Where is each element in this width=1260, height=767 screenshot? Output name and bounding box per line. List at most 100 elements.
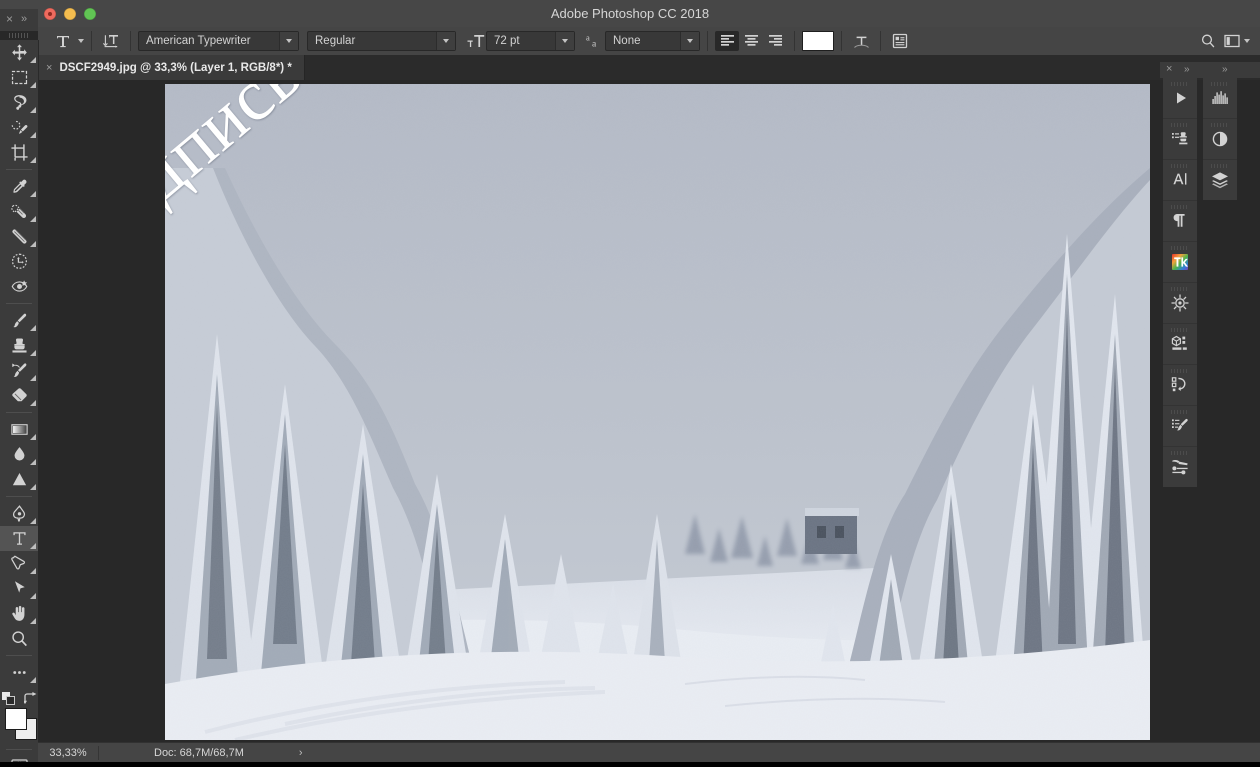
tool-flyout-indicator[interactable] [29,374,36,381]
tool-flyout-indicator[interactable] [29,617,36,624]
canvas-area[interactable]: Надпись [38,80,1260,742]
tool-zoom-tool[interactable] [0,626,38,651]
tool-gradient-tool[interactable] [0,417,38,442]
tool-history-brush-tool[interactable] [0,358,38,383]
tool-red-eye-tool[interactable] [0,274,38,299]
font-style-input[interactable]: Regular [307,31,456,51]
tool-flyout-indicator[interactable] [29,676,36,683]
tool-eyedropper-tool[interactable] [0,174,38,199]
panel-masks-button[interactable] [1203,119,1237,159]
panel-paragraph-button[interactable] [1163,201,1197,241]
font-size-input[interactable]: 72 pt [486,31,575,51]
panel-typekit-button[interactable] [1163,242,1197,282]
tool-flyout-indicator[interactable] [29,131,36,138]
tool-blur-tool[interactable] [0,442,38,467]
panel-brushes-button[interactable] [1163,447,1197,487]
panel-histogram-button[interactable] [1203,78,1237,118]
search-button[interactable] [1196,31,1220,51]
minimize-window-button[interactable] [64,8,76,20]
tool-flyout-indicator[interactable] [29,433,36,440]
swap-foreground-background-icon[interactable] [23,692,37,705]
anti-aliasing-dropdown-arrow[interactable] [680,32,699,50]
panel-grip [1171,205,1188,209]
document-tab[interactable]: × DSCF2949.jpg @ 33,3% (Layer 1, RGB/8*)… [38,55,305,80]
tool-flyout-indicator[interactable] [29,106,36,113]
tool-flyout-indicator[interactable] [29,567,36,574]
tool-flyout-indicator[interactable] [29,240,36,247]
panel-history-button[interactable] [1163,365,1197,405]
status-menu-arrow[interactable]: › [299,747,303,759]
expand-chevrons-icon[interactable]: » [21,13,27,25]
panel-libraries-button[interactable] [1163,78,1197,118]
tool-flyout-indicator[interactable] [29,324,36,331]
close-window-button[interactable] [44,8,56,20]
tool-flyout-indicator[interactable] [29,458,36,465]
text-color-swatch[interactable] [802,31,834,51]
collapse-chevrons-icon-b[interactable]: » [1222,64,1228,75]
tool-dodge-tool[interactable] [0,467,38,492]
workspace-switcher-button[interactable] [1220,31,1244,51]
tool-flyout-indicator[interactable] [29,542,36,549]
tool-crop-tool[interactable] [0,140,38,165]
close-icon[interactable]: × [6,13,13,25]
toolbar-drag-grip[interactable] [9,33,28,38]
default-foreground-background-icon[interactable] [1,692,15,705]
panel-adjustments-button[interactable] [1163,119,1197,159]
panel-layers-button[interactable] [1203,160,1237,200]
panel-brush-settings-button[interactable] [1163,406,1197,446]
tool-lasso-tool[interactable] [0,90,38,115]
current-tool-preset[interactable] [54,32,84,50]
foreground-background-swatches[interactable] [0,705,38,745]
close-icon[interactable]: × [46,62,52,74]
tool-flyout-indicator[interactable] [29,517,36,524]
tool-flyout-indicator[interactable] [29,349,36,356]
font-family-dropdown-arrow[interactable] [279,32,298,50]
tool-flyout-indicator[interactable] [29,592,36,599]
tool-flyout-indicator[interactable] [29,156,36,163]
panel-3d-button[interactable] [1163,283,1197,323]
close-icon[interactable]: × [1166,64,1172,75]
tool-move-tool[interactable] [0,40,38,65]
tool-flyout-indicator[interactable] [29,483,36,490]
align-center-button[interactable] [739,31,763,51]
foreground-color-swatch[interactable] [5,708,27,730]
tool-pen-tool[interactable] [0,501,38,526]
tool-flyout-indicator[interactable] [29,215,36,222]
tool-spot-healing-brush[interactable] [0,199,38,224]
font-style-dropdown-arrow[interactable] [436,32,455,50]
tool-hand-tool[interactable] [0,601,38,626]
tool-eraser-tool[interactable] [0,383,38,408]
toggle-text-orientation-button[interactable] [99,31,123,51]
tool-brush-tool[interactable] [0,308,38,333]
zoom-level[interactable]: 33,33% [38,747,98,759]
tool-rectangular-marquee[interactable] [0,65,38,90]
tool-flyout-indicator[interactable] [29,56,36,63]
chevron-down-icon[interactable] [1244,39,1250,43]
align-left-button[interactable] [715,31,739,51]
tool-clone-stamp-tool[interactable] [0,333,38,358]
anti-aliasing-input[interactable]: None [605,31,700,51]
tool-flyout-indicator[interactable] [29,190,36,197]
font-family-input[interactable]: American Typewriter [138,31,299,51]
tool-quick-selection-tool[interactable] [0,115,38,140]
tool-content-aware-move[interactable] [0,249,38,274]
panel-character-button[interactable] [1163,160,1197,200]
align-right-button[interactable] [763,31,787,51]
tool-flyout-indicator[interactable] [29,81,36,88]
zoom-window-button[interactable] [84,8,96,20]
character-paragraph-panels-button[interactable] [888,31,912,51]
tool-direct-selection-tool[interactable] [0,576,38,601]
tool-flyout-indicator[interactable] [29,399,36,406]
marquee-icon [11,70,27,85]
tool-path-selection-tool[interactable] [0,551,38,576]
history-undo-icon [1171,377,1186,392]
warp-text-button[interactable] [849,31,873,51]
tool-type-tool[interactable] [0,526,38,551]
tool-patch-tool[interactable] [0,224,38,249]
collapse-chevrons-icon-a[interactable]: » [1184,64,1190,75]
font-family-value: American Typewriter [146,35,251,47]
panel-properties-button[interactable] [1163,324,1197,364]
font-size-dropdown-arrow[interactable] [555,32,574,50]
document-canvas[interactable]: Надпись [165,84,1150,740]
tool-edit-toolbar[interactable] [0,660,38,685]
